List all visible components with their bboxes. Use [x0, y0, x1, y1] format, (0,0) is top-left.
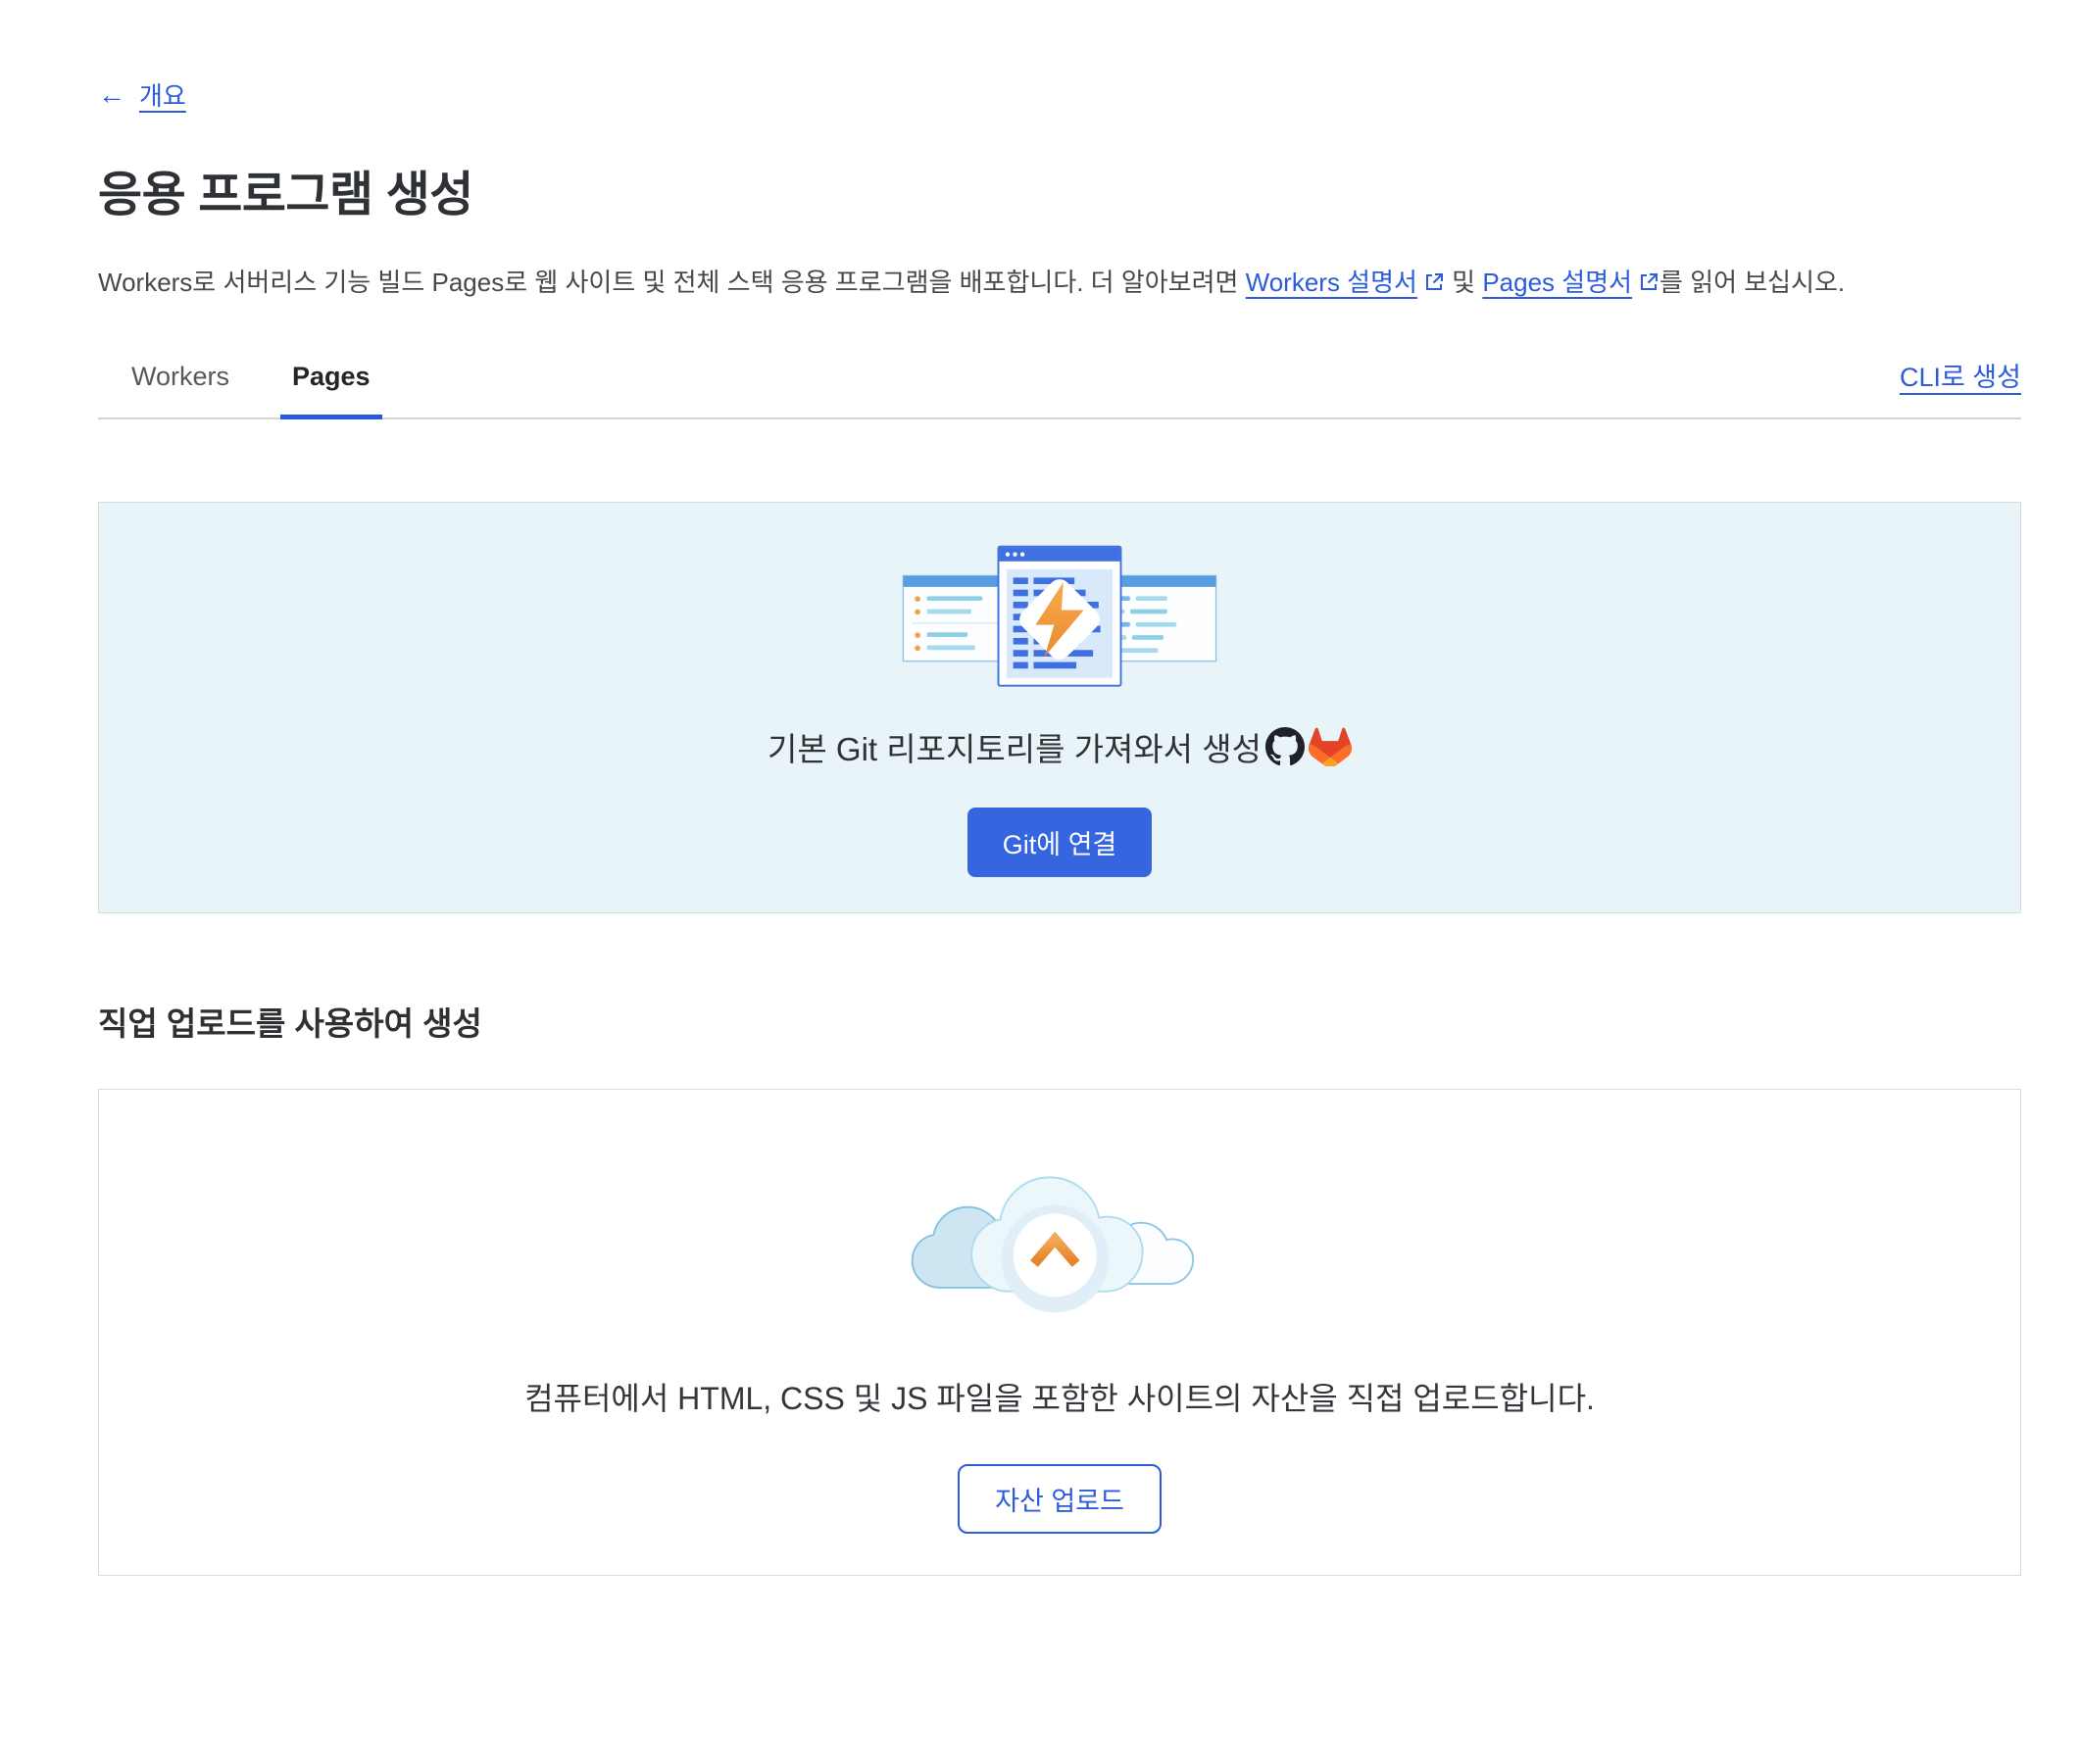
back-arrow-icon: ← — [98, 81, 125, 109]
cli-create-link[interactable]: CLI로 생성 — [1900, 356, 2021, 394]
intro-text-3: 를 읽어 보십시오. — [1659, 268, 1845, 297]
intro-text-2: 및 — [1445, 268, 1482, 297]
direct-upload-panel: 컴퓨터에서 HTML, CSS 및 JS 파일을 포함한 사이트의 자산을 직접… — [98, 1089, 2021, 1576]
intro-paragraph: Workers로 서버리스 기능 빌드 Pages로 웹 사이트 및 전체 스택… — [98, 263, 2021, 305]
gitlab-icon — [1309, 727, 1352, 766]
page: ← 개요 응용 프로그램 생성 Workers로 서버리스 기능 빌드 Page… — [0, 0, 2080, 1576]
workers-docs-link[interactable]: Workers 설명서 — [1246, 268, 1445, 297]
upload-assets-button[interactable]: 자산 업로드 — [958, 1464, 1162, 1534]
tabs-bar: Workers Pages CLI로 생성 — [98, 354, 2021, 419]
tab-pages[interactable]: Pages — [280, 354, 382, 419]
external-link-icon — [1638, 265, 1659, 305]
workers-docs-link-label: Workers 설명서 — [1246, 268, 1417, 297]
upload-section-heading: 직업 업로드를 사용하여 생성 — [98, 998, 2021, 1045]
tab-workers-label: Workers — [131, 362, 229, 391]
back-link-overview[interactable]: 개요 — [139, 76, 186, 113]
tab-workers[interactable]: Workers — [120, 354, 241, 417]
breadcrumb: ← 개요 — [98, 76, 2021, 113]
connect-git-button[interactable]: Git에 연결 — [967, 808, 1153, 877]
intro-text-1: Workers로 서버리스 기능 빌드 Pages로 웹 사이트 및 전체 스택… — [98, 268, 1246, 297]
git-windows-illustration — [902, 545, 1217, 694]
cloud-upload-illustration — [907, 1137, 1213, 1333]
pages-docs-link-label: Pages 설명서 — [1482, 268, 1632, 297]
upload-description: 컴퓨터에서 HTML, CSS 및 JS 파일을 포함한 사이트의 자산을 직접… — [524, 1374, 1595, 1419]
git-connect-panel: 기본 Git 리포지토리를 가져와서 생성 Git에 연결 — [98, 502, 2021, 913]
external-link-icon — [1423, 265, 1445, 305]
github-icon — [1265, 727, 1305, 766]
tab-pages-label: Pages — [292, 362, 371, 391]
pages-docs-link[interactable]: Pages 설명서 — [1482, 268, 1659, 297]
git-panel-heading: 기본 Git 리포지토리를 가져와서 생성 — [768, 723, 1262, 770]
page-title: 응용 프로그램 생성 — [98, 156, 2021, 225]
